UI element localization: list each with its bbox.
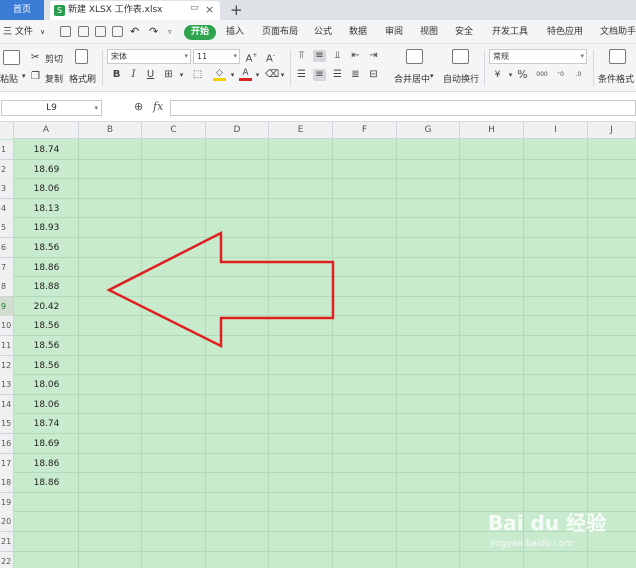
menu-bar: 三 文件 ∨ ↶ ↷ ▿ 开始 插入 页面布局 公式 数据 审阅 视图 安全 开… bbox=[0, 20, 636, 44]
tab-review[interactable]: 审阅 bbox=[385, 20, 403, 44]
thousands-button[interactable]: 000 bbox=[534, 69, 550, 81]
tab-data[interactable]: 数据 bbox=[349, 20, 367, 44]
save-icon[interactable] bbox=[60, 26, 71, 37]
chevron-down-icon[interactable]: ▾ bbox=[175, 69, 188, 81]
align-left-icon[interactable]: ☰ bbox=[295, 69, 308, 81]
redo-icon[interactable]: ↷ bbox=[149, 20, 158, 44]
increase-decimal-icon[interactable]: ⁺0 bbox=[553, 69, 568, 81]
tab-developer[interactable]: 开发工具 bbox=[492, 20, 528, 44]
chevron-down-icon: ▾ bbox=[94, 104, 98, 112]
copy-button[interactable]: 复制 bbox=[45, 72, 63, 85]
tab-page-layout[interactable]: 页面布局 bbox=[262, 20, 298, 44]
file-tab-label: 新建 XLSX 工作表.xlsx bbox=[68, 5, 163, 15]
percent-button[interactable]: % bbox=[516, 69, 529, 81]
underline-button[interactable]: U bbox=[144, 69, 157, 81]
scissors-icon[interactable]: ✂ bbox=[31, 52, 39, 63]
title-bar: 首页 S 新建 XLSX 工作表.xlsx ▭ × + bbox=[0, 0, 636, 20]
conditional-format-icon[interactable] bbox=[609, 49, 626, 64]
divider bbox=[593, 50, 594, 86]
print-icon[interactable] bbox=[95, 26, 106, 37]
chevron-down-icon[interactable]: ▾ bbox=[430, 72, 434, 80]
ribbon: 粘贴 ▾ ✂ 剪切 ❐ 复制 格式刷 宋体 ▾ 11 ▾ A+ A- B I U… bbox=[0, 44, 636, 92]
tab-view[interactable]: 视图 bbox=[420, 20, 438, 44]
tab-formulas[interactable]: 公式 bbox=[314, 20, 332, 44]
tab-insert[interactable]: 插入 bbox=[226, 20, 244, 44]
file-tab[interactable]: S 新建 XLSX 工作表.xlsx ▭ × bbox=[50, 1, 220, 20]
decrease-decimal-icon[interactable]: .0 bbox=[571, 69, 586, 81]
window-icon[interactable]: ▭ bbox=[190, 3, 199, 13]
print-preview-icon[interactable] bbox=[112, 26, 123, 37]
italic-button[interactable]: I bbox=[127, 69, 140, 81]
chevron-down-icon: ▾ bbox=[184, 52, 188, 60]
spreadsheet-icon: S bbox=[54, 5, 65, 16]
divider bbox=[290, 50, 291, 86]
add-tab-icon[interactable]: + bbox=[230, 0, 243, 20]
format-painter-icon[interactable] bbox=[75, 49, 88, 64]
tab-doc-assistant[interactable]: 文档助手 bbox=[600, 20, 636, 44]
align-top-icon[interactable]: ⫪ bbox=[295, 50, 308, 62]
close-icon[interactable]: × bbox=[205, 3, 214, 16]
watermark-brand: Bai du 经验 bbox=[488, 511, 607, 535]
number-format-select[interactable]: 常规 ▾ bbox=[489, 49, 587, 64]
border-icon[interactable]: ⊞ bbox=[162, 69, 175, 81]
red-left-arrow-shape bbox=[106, 230, 335, 349]
formula-bar: L9 ▾ ⊕ fx bbox=[0, 92, 636, 122]
currency-button[interactable]: ¥ bbox=[491, 69, 504, 81]
chevron-down-icon: ▾ bbox=[580, 52, 584, 60]
file-menu[interactable]: 三 文件 bbox=[3, 20, 33, 44]
font-size-select[interactable]: 11 ▾ bbox=[193, 49, 240, 64]
divider bbox=[484, 50, 485, 86]
name-box[interactable]: L9 ▾ bbox=[1, 100, 102, 116]
fx-icon[interactable]: fx bbox=[153, 100, 163, 113]
merge-cells-icon[interactable] bbox=[406, 49, 423, 64]
wrap-text-button[interactable]: 自动换行 bbox=[443, 72, 479, 85]
wrap-text-icon[interactable] bbox=[452, 49, 469, 64]
decrease-indent-icon[interactable]: ⇤ bbox=[349, 50, 362, 62]
undo-icon[interactable]: ↶ bbox=[130, 20, 139, 44]
decrease-font-icon[interactable]: A- bbox=[264, 50, 277, 64]
name-box-value: L9 bbox=[46, 103, 57, 113]
zoom-icon[interactable]: ⊕ bbox=[134, 100, 143, 113]
fill-color-icon[interactable]: ◇ bbox=[213, 69, 226, 81]
font-name-value: 宋体 bbox=[111, 52, 127, 61]
export-pdf-icon[interactable] bbox=[78, 26, 89, 37]
font-name-select[interactable]: 宋体 ▾ bbox=[107, 49, 191, 64]
chevron-down-icon: ▾ bbox=[233, 52, 237, 60]
tab-security[interactable]: 安全 bbox=[455, 20, 473, 44]
copy-icon[interactable]: ❐ bbox=[31, 71, 40, 82]
formula-input[interactable] bbox=[170, 100, 636, 116]
quick-access-dropdown-icon[interactable]: ▿ bbox=[168, 20, 172, 44]
justify-icon[interactable]: ≣ bbox=[349, 69, 362, 81]
baidu-watermark: Bai du 经验 jingyan.baidu.com bbox=[488, 495, 636, 555]
conditional-format-button[interactable]: 条件格式 bbox=[598, 72, 634, 85]
watermark-url: jingyan.baidu.com bbox=[490, 539, 574, 549]
paste-icon[interactable] bbox=[3, 50, 20, 65]
cut-button[interactable]: 剪切 bbox=[45, 52, 63, 65]
shape-icon[interactable]: ⬚ bbox=[191, 69, 204, 81]
increase-indent-icon[interactable]: ⇥ bbox=[367, 50, 380, 62]
paste-button[interactable]: 粘贴 bbox=[0, 72, 18, 85]
align-middle-icon[interactable]: ≡ bbox=[313, 50, 326, 62]
distributed-icon[interactable]: ⊟ bbox=[367, 69, 380, 81]
merge-center-button[interactable]: 合并居中 bbox=[394, 72, 430, 85]
tab-special-apps[interactable]: 特色应用 bbox=[547, 20, 583, 44]
align-center-icon[interactable]: ≡ bbox=[313, 69, 326, 81]
align-bottom-icon[interactable]: ⫫ bbox=[331, 50, 344, 62]
align-right-icon[interactable]: ☰ bbox=[331, 69, 344, 81]
chevron-down-icon[interactable]: ▾ bbox=[22, 72, 26, 80]
font-size-value: 11 bbox=[197, 52, 208, 61]
divider bbox=[102, 50, 103, 86]
bold-button[interactable]: B bbox=[110, 69, 123, 81]
number-format-value: 常规 bbox=[493, 52, 509, 61]
chevron-down-icon[interactable]: ∨ bbox=[40, 20, 45, 44]
chevron-down-icon[interactable]: ▾ bbox=[251, 69, 264, 81]
chevron-down-icon[interactable]: ▾ bbox=[276, 69, 289, 81]
chevron-down-icon[interactable]: ▾ bbox=[226, 69, 239, 81]
home-tab[interactable]: 首页 bbox=[0, 0, 44, 20]
format-painter-button[interactable]: 格式刷 bbox=[69, 72, 96, 85]
increase-font-icon[interactable]: A+ bbox=[245, 50, 258, 64]
tab-home-start[interactable]: 开始 bbox=[184, 25, 217, 40]
